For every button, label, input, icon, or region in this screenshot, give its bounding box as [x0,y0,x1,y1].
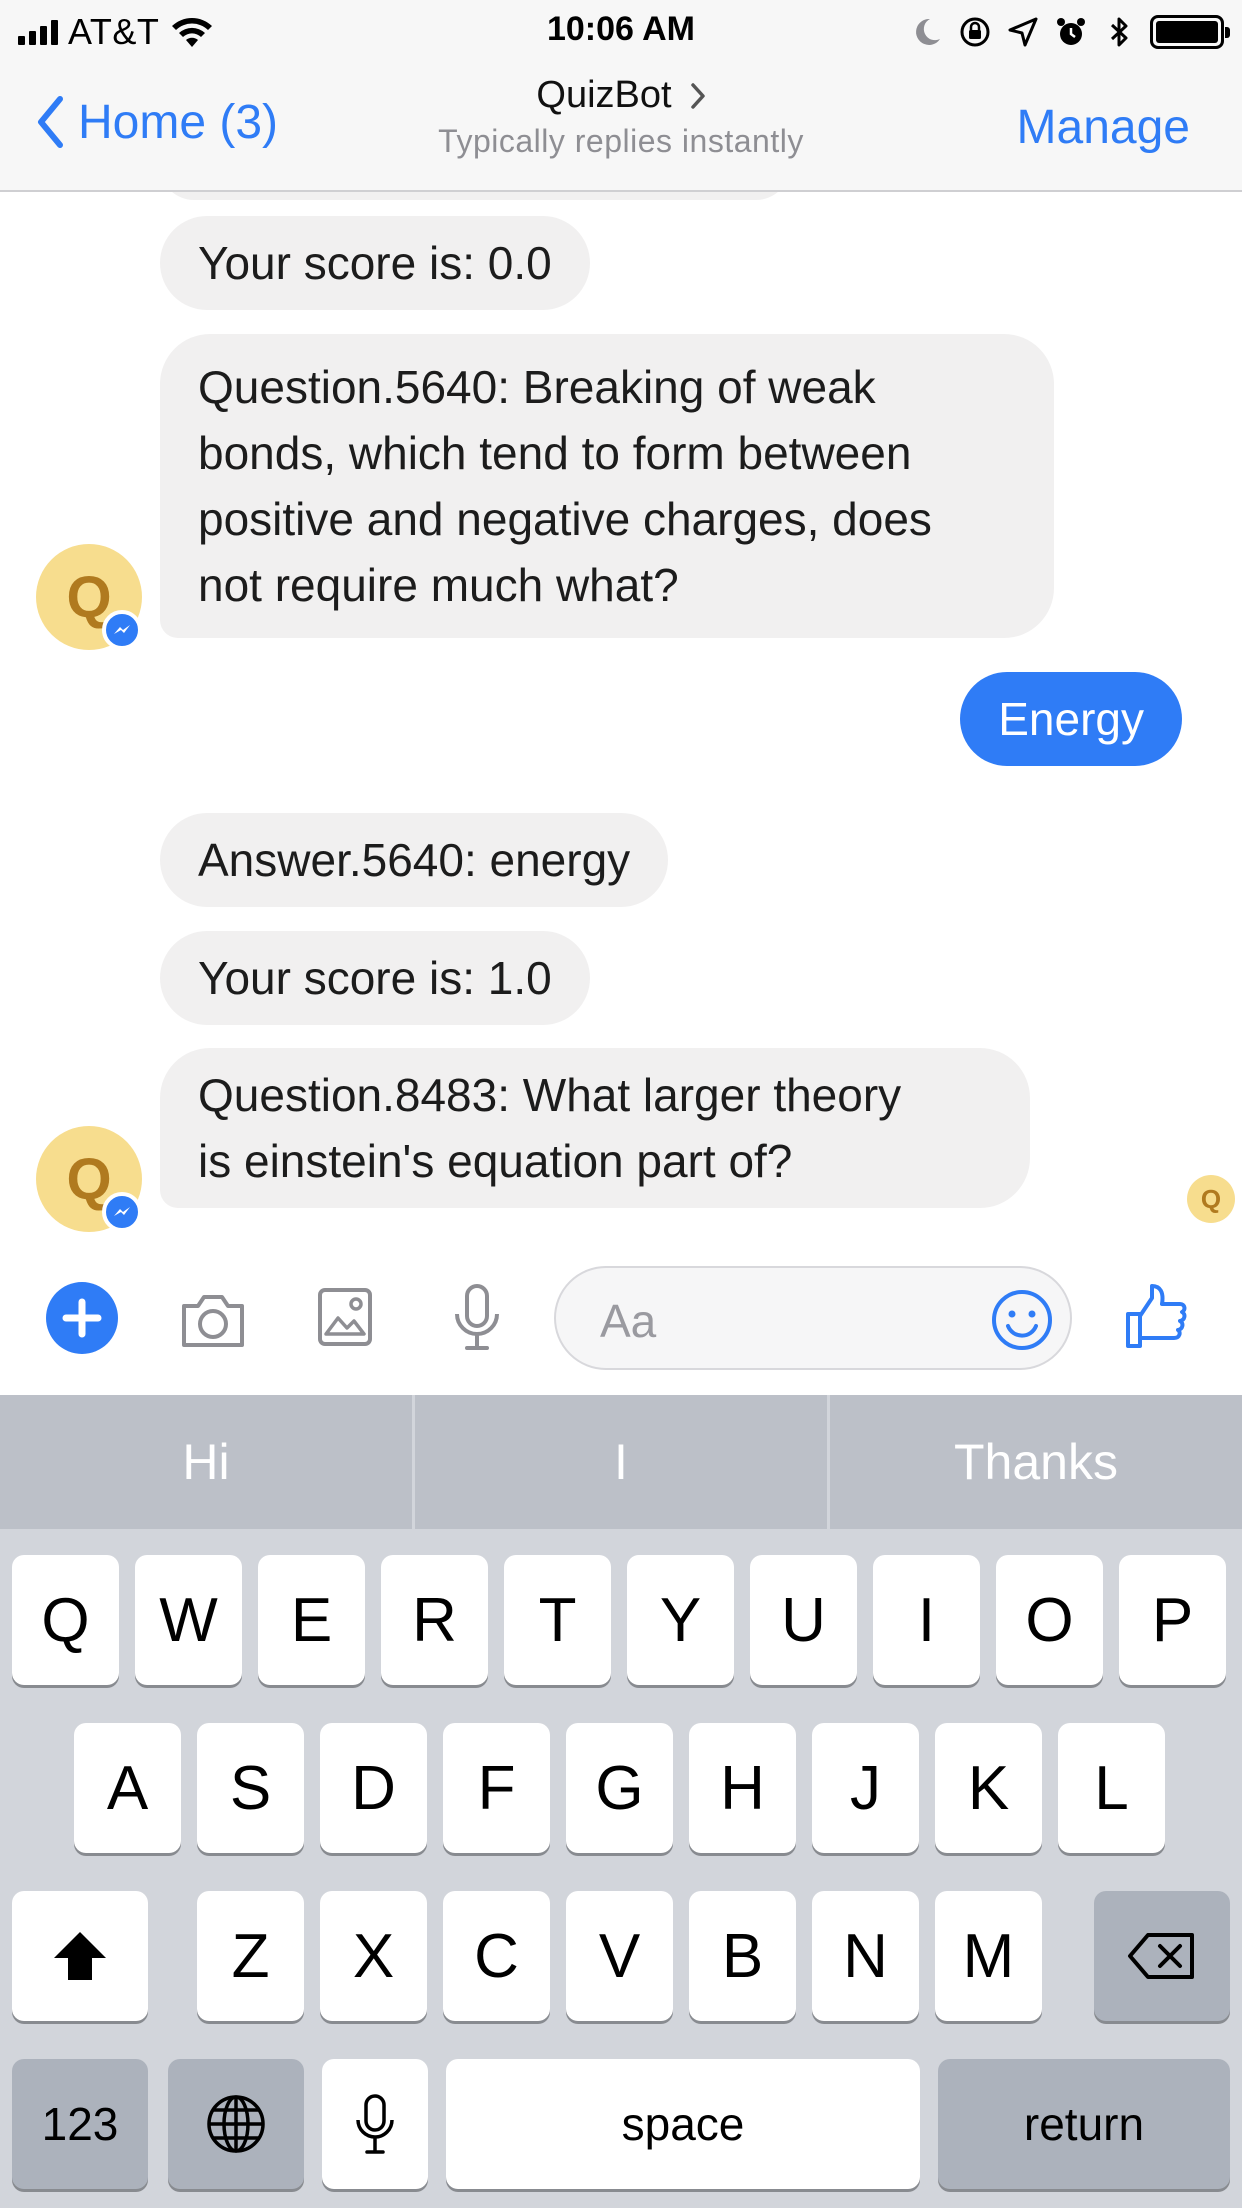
conversation-subtitle: Typically replies instantly [438,123,804,159]
key-x[interactable]: X [320,1891,427,2021]
conversation-name: QuizBot [536,74,672,116]
key-k[interactable]: K [935,1723,1042,1853]
chevron-left-icon [38,96,63,148]
message-bubble-user-reply: Energy [960,672,1182,766]
message-bubble-question-8483: Question.8483: What larger theory is ein… [160,1048,1030,1208]
alarm-icon [1057,18,1085,45]
suggestion-item[interactable]: Thanks [827,1395,1242,1529]
conversation-header[interactable]: QuizBot Typically replies instantly [321,74,921,160]
back-button[interactable]: Home (3) [36,92,278,152]
dictation-key[interactable] [322,2059,428,2189]
key-w[interactable]: W [135,1555,242,1685]
location-icon [1008,17,1038,47]
rotation-lock-icon [960,17,990,47]
message-line: is einstein's equation part of? [198,1135,793,1187]
message-line: positive and negative charges, does [198,493,932,545]
message-line: bonds, which tend to form between [198,427,912,479]
key-q[interactable]: Q [12,1555,119,1685]
thumbs-up-icon[interactable] [1124,1282,1188,1352]
return-key[interactable]: return [938,2059,1230,2189]
message-input-placeholder: Aa [600,1295,657,1347]
key-h[interactable]: H [689,1723,796,1853]
seen-receipt-avatar: Q [1187,1175,1235,1223]
key-a[interactable]: A [74,1723,181,1853]
nav-bar: Home (3) QuizBot Typically replies insta… [0,60,1242,192]
bluetooth-icon [1110,17,1128,47]
shift-key[interactable] [12,1891,148,2021]
microphone-icon[interactable] [452,1282,502,1354]
key-d[interactable]: D [320,1723,427,1853]
messenger-badge-icon [102,1192,142,1232]
moon-icon [916,18,940,45]
microphone-key-icon [356,2094,394,2154]
status-bar: AT&T 10:06 AM [0,0,1242,60]
status-right [910,12,1230,52]
message-bubble-answer-5640: Answer.5640: energy [160,813,669,907]
key-g[interactable]: G [566,1723,673,1853]
keyboard: Hi I Thanks Q W E R T Y U I O P A S D F … [0,1395,1242,2208]
composer-bar: Aa [0,1252,1242,1395]
numbers-key[interactable]: 123 [12,2059,148,2189]
space-key[interactable]: space [446,2059,920,2189]
camera-icon[interactable] [178,1292,248,1350]
message-bubble-question-5640: Question.5640: Breaking of weak bonds, w… [160,334,1054,638]
globe-icon [207,2095,265,2153]
key-m[interactable]: M [935,1891,1042,2021]
key-l[interactable]: L [1058,1723,1165,1853]
backspace-icon [1128,1933,1194,1979]
key-o[interactable]: O [996,1555,1103,1685]
key-u[interactable]: U [750,1555,857,1685]
key-s[interactable]: S [197,1723,304,1853]
key-i[interactable]: I [873,1555,980,1685]
messenger-badge-icon [102,610,142,650]
key-v[interactable]: V [566,1891,673,2021]
suggestion-item[interactable]: I [412,1395,827,1529]
message-line: Question.5640: Breaking of weak [198,361,876,413]
emoji-icon[interactable] [990,1288,1054,1352]
key-t[interactable]: T [504,1555,611,1685]
seen-initial: Q [1200,1183,1222,1214]
key-b[interactable]: B [689,1891,796,2021]
battery-icon [1150,15,1230,49]
delete-key[interactable] [1094,1891,1230,2021]
shift-arrow-icon [54,1932,106,1980]
message-input[interactable]: Aa [554,1266,1072,1370]
predictive-bar: Hi I Thanks [0,1395,1242,1529]
key-n[interactable]: N [812,1891,919,2021]
key-c[interactable]: C [443,1891,550,2021]
manage-button[interactable]: Manage [1017,100,1190,155]
messenger-screen: AT&T 10:06 AM Home (3) QuizBot Typically… [0,0,1242,2208]
globe-key[interactable] [168,2059,304,2189]
message-bubble-partial [160,192,790,200]
key-y[interactable]: Y [627,1555,734,1685]
message-bubble-score-0: Your score is: 0.0 [160,216,590,310]
plus-icon[interactable] [46,1282,118,1354]
suggestion-item[interactable]: Hi [0,1395,412,1529]
back-label: Home (3) [78,95,279,149]
message-bubble-score-1: Your score is: 1.0 [160,931,590,1025]
chevron-right-icon [690,82,705,109]
image-icon[interactable] [316,1286,374,1348]
key-j[interactable]: J [812,1723,919,1853]
conversation-title[interactable]: QuizBot [536,74,705,117]
key-z[interactable]: Z [197,1891,304,2021]
message-line: not require much what? [198,559,679,611]
message-line: Question.8483: What larger theory [198,1069,902,1121]
message-list[interactable]: Your score is: 0.0 Question.5640: Breaki… [0,192,1242,1252]
key-p[interactable]: P [1119,1555,1226,1685]
key-e[interactable]: E [258,1555,365,1685]
key-r[interactable]: R [381,1555,488,1685]
key-f[interactable]: F [443,1723,550,1853]
